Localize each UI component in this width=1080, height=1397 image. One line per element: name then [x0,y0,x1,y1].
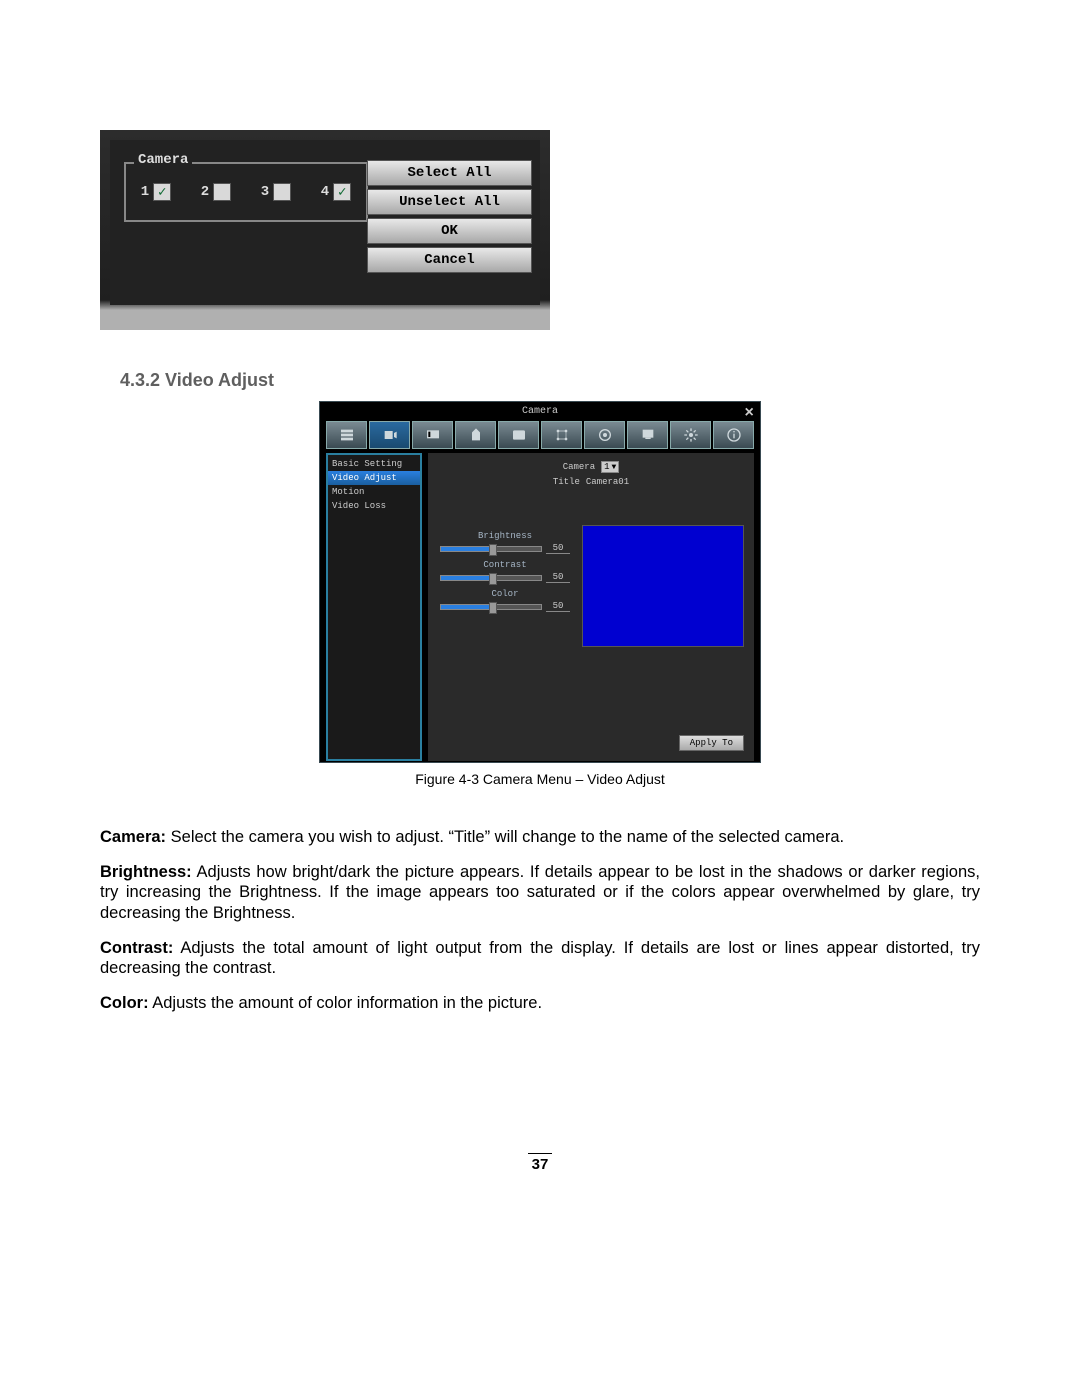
sidebar-item-video-adjust[interactable]: Video Adjust [328,471,420,485]
toolbar [320,421,760,453]
toolbar-icon-5[interactable] [498,421,539,449]
camera-legend: Camera [134,152,192,168]
figure-caption: Figure 4-3 Camera Menu – Video Adjust [100,771,980,787]
para-camera: Camera: Select the camera you wish to ad… [100,827,980,848]
ok-button[interactable]: OK [367,218,532,244]
window-title: Camera [522,406,558,417]
check-icon: ✓ [333,183,351,201]
page-number: 37 [100,1153,980,1173]
toolbar-icon-4[interactable] [455,421,496,449]
brightness-value: 50 [546,543,570,554]
camera-checkbox-2[interactable]: 2 [201,183,231,201]
toolbar-icon-3[interactable] [412,421,453,449]
camera-select-screenshot: Camera 1 ✓ 2 3 4 [100,130,550,330]
chevron-down-icon: ▼ [612,463,617,472]
toolbar-icon-gear[interactable] [670,421,711,449]
camera-fieldset: Camera 1 ✓ 2 3 4 [124,162,368,222]
cancel-button[interactable]: Cancel [367,247,532,273]
sidebar-item-basic-setting[interactable]: Basic Setting [328,457,420,471]
sidebar: Basic Setting Video Adjust Motion Video … [326,453,422,761]
check-icon [213,183,231,201]
para-brightness: Brightness: Adjusts how bright/dark the … [100,862,980,924]
brightness-slider[interactable] [440,546,542,552]
color-label: Color [440,589,570,599]
camera-checkbox-3[interactable]: 3 [261,183,291,201]
unselect-all-button[interactable]: Unselect All [367,189,532,215]
sidebar-item-video-loss[interactable]: Video Loss [328,499,420,513]
check-icon: ✓ [153,183,171,201]
toolbar-icon-6[interactable] [541,421,582,449]
toolbar-icon-1[interactable] [326,421,367,449]
para-contrast: Contrast: Adjusts the total amount of li… [100,938,980,979]
contrast-slider[interactable] [440,575,542,581]
title-label: Title [553,477,580,487]
contrast-value: 50 [546,572,570,583]
select-all-button[interactable]: Select All [367,160,532,186]
sidebar-item-motion[interactable]: Motion [328,485,420,499]
title-value: Camera01 [586,477,629,487]
preview-panel [582,525,744,647]
brightness-label: Brightness [440,531,570,541]
camera-checkbox-1[interactable]: 1 ✓ [141,183,171,201]
toolbar-icon-7[interactable] [584,421,625,449]
camera-dropdown[interactable]: 1 ▼ [601,461,619,473]
contrast-label: Contrast [440,560,570,570]
camera-checkbox-4[interactable]: 4 ✓ [321,183,351,201]
close-icon[interactable]: × [744,404,754,422]
video-adjust-screenshot: Camera × Basic Setting Video Adjust [319,401,761,763]
camera-label: Camera [563,462,595,472]
main-panel: Camera 1 ▼ Title Camera01 Brightness [428,453,754,761]
check-icon [273,183,291,201]
toolbar-icon-camera[interactable] [369,421,410,449]
apply-to-button[interactable]: Apply To [679,735,744,751]
color-slider[interactable] [440,604,542,610]
toolbar-icon-8[interactable] [627,421,668,449]
color-value: 50 [546,601,570,612]
toolbar-icon-info[interactable] [713,421,754,449]
para-color: Color: Adjusts the amount of color infor… [100,993,980,1014]
section-heading: 4.3.2 Video Adjust [120,370,980,391]
